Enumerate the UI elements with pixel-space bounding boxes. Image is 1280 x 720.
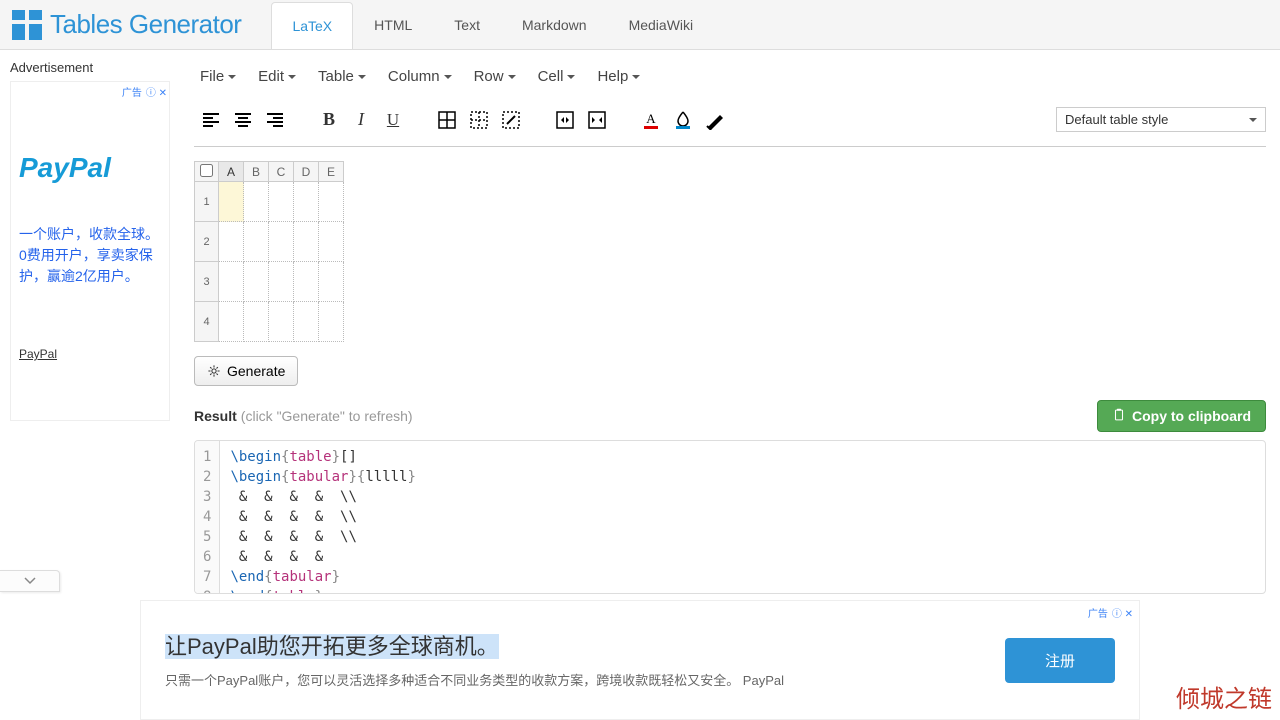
clipboard-icon — [1112, 408, 1126, 422]
cell[interactable] — [219, 262, 244, 302]
copy-clipboard-button[interactable]: Copy to clipboard — [1097, 400, 1266, 432]
cell[interactable] — [269, 302, 294, 342]
logo-icon — [12, 10, 42, 40]
cell[interactable] — [319, 222, 344, 262]
format-tabs: LaTeXHTMLTextMarkdownMediaWiki — [271, 1, 714, 48]
ad-body: 一个账户，收款全球。0费用开户，享卖家保护，赢逾2亿用户。 — [19, 224, 161, 287]
align-right-icon[interactable] — [264, 109, 286, 131]
col-header[interactable]: A — [219, 162, 244, 182]
cell[interactable] — [319, 182, 344, 222]
cell[interactable] — [319, 302, 344, 342]
row-header[interactable]: 2 — [195, 222, 219, 262]
cell[interactable] — [219, 222, 244, 262]
ad-brand: PayPal — [19, 152, 161, 184]
result-hint: (click "Generate" to refresh) — [241, 408, 413, 424]
cell[interactable] — [294, 182, 319, 222]
cell[interactable] — [244, 302, 269, 342]
menu-file[interactable]: File — [200, 68, 236, 85]
cell[interactable] — [294, 302, 319, 342]
sidebar-ad[interactable]: 广告ⓘ ✕ PayPal 一个账户，收款全球。0费用开户，享卖家保护，赢逾2亿用… — [10, 81, 170, 421]
ad-sub: PayPal — [19, 347, 161, 361]
italic-icon[interactable]: I — [350, 109, 372, 131]
cell[interactable] — [244, 262, 269, 302]
align-left-icon[interactable] — [200, 109, 222, 131]
align-center-icon[interactable] — [232, 109, 254, 131]
split-cells-icon[interactable] — [586, 109, 608, 131]
code-output[interactable]: 12345678 \begin{table}[] \begin{tabular}… — [194, 440, 1266, 594]
cell[interactable] — [219, 182, 244, 222]
cell[interactable] — [244, 182, 269, 222]
merge-cells-icon[interactable] — [554, 109, 576, 131]
col-header[interactable]: D — [294, 162, 319, 182]
bold-icon[interactable]: B — [318, 109, 340, 131]
clear-format-icon[interactable] — [704, 109, 726, 131]
cell[interactable] — [319, 262, 344, 302]
col-header[interactable]: C — [269, 162, 294, 182]
cell[interactable] — [269, 182, 294, 222]
table-style-select[interactable]: Default table style — [1056, 107, 1266, 132]
ad-collapse-handle[interactable] — [0, 570, 60, 592]
svg-text:A: A — [646, 111, 656, 126]
underline-icon[interactable]: U — [382, 109, 404, 131]
footer-ad[interactable]: 广告ⓘ ✕ 让PayPal助您开拓更多全球商机。 只需一个PayPal账户，您可… — [140, 600, 1140, 720]
col-header[interactable]: B — [244, 162, 269, 182]
text-color-icon[interactable]: A — [640, 109, 662, 131]
tab-html[interactable]: HTML — [353, 1, 433, 48]
row-header[interactable]: 1 — [195, 182, 219, 222]
cell[interactable] — [294, 222, 319, 262]
menu-edit[interactable]: Edit — [258, 68, 296, 85]
menu-help[interactable]: Help — [597, 68, 640, 85]
ad-info-tag[interactable]: 广告ⓘ ✕ — [122, 84, 167, 99]
watermark: 倾城之链 — [1176, 679, 1272, 714]
row-header[interactable]: 3 — [195, 262, 219, 302]
table-editor-grid[interactable]: ABCDE 1234 — [194, 161, 344, 342]
fill-color-icon[interactable] — [672, 109, 694, 131]
tab-markdown[interactable]: Markdown — [501, 1, 608, 48]
menu-cell[interactable]: Cell — [538, 68, 576, 85]
cell[interactable] — [219, 302, 244, 342]
tab-mediawiki[interactable]: MediaWiki — [608, 1, 715, 48]
brand-title: Tables Generator — [50, 9, 241, 40]
footer-ad-title: 让PayPal助您开拓更多全球商机。 — [165, 634, 499, 659]
ad-info-tag[interactable]: 广告ⓘ ✕ — [1088, 605, 1133, 620]
tab-latex[interactable]: LaTeX — [271, 2, 353, 49]
ad-label: Advertisement — [10, 60, 170, 75]
logo[interactable]: Tables Generator — [0, 9, 253, 40]
chevron-down-icon — [24, 577, 36, 585]
menu-row[interactable]: Row — [474, 68, 516, 85]
gear-icon — [207, 364, 221, 378]
cell[interactable] — [244, 222, 269, 262]
select-all-checkbox[interactable] — [195, 162, 219, 182]
col-header[interactable]: E — [319, 162, 344, 182]
result-label: Result — [194, 408, 237, 424]
toolbar: B I U A Default table style — [194, 99, 1266, 147]
borders-outer-icon[interactable] — [468, 109, 490, 131]
generate-button[interactable]: Generate — [194, 356, 298, 386]
menu-column[interactable]: Column — [388, 68, 452, 85]
borders-all-icon[interactable] — [436, 109, 458, 131]
borders-edit-icon[interactable] — [500, 109, 522, 131]
cell[interactable] — [294, 262, 319, 302]
footer-ad-text: 只需一个PayPal账户，您可以灵活选择多种适合不同业务类型的收款方案，跨境收款… — [165, 671, 805, 691]
code-gutter: 12345678 — [195, 441, 220, 593]
cell[interactable] — [269, 262, 294, 302]
row-header[interactable]: 4 — [195, 302, 219, 342]
code-body[interactable]: \begin{table}[] \begin{tabular}{lllll} &… — [220, 441, 426, 593]
tab-text[interactable]: Text — [433, 1, 501, 48]
menubar: File Edit Table Column Row Cell Help — [194, 64, 1266, 99]
menu-table[interactable]: Table — [318, 68, 366, 85]
cell[interactable] — [269, 222, 294, 262]
footer-ad-cta[interactable]: 注册 — [1005, 638, 1115, 683]
